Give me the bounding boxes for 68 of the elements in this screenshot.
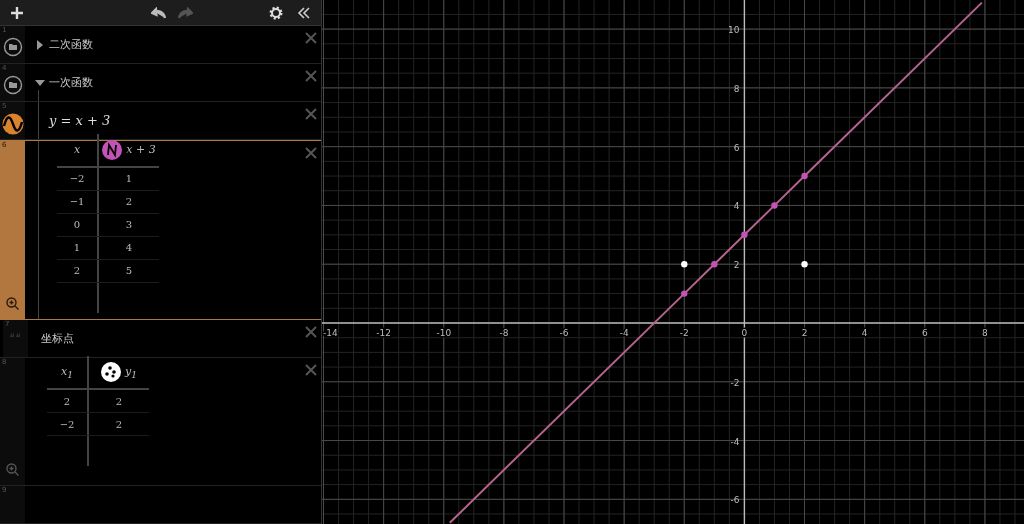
table-cell: 2 <box>57 259 99 282</box>
disclosure-triangle[interactable] <box>35 77 45 88</box>
collapse-icon[interactable] <box>297 5 311 20</box>
table-cell-text: 5 <box>124 264 134 279</box>
table-cell-text: 2 <box>114 417 124 432</box>
tick-label: 4 <box>733 201 740 212</box>
table-cell-text: 2 <box>124 195 134 210</box>
table-cell: −2 <box>57 167 99 190</box>
data-point <box>681 261 688 268</box>
close-icon[interactable] <box>305 147 317 160</box>
data-point <box>741 231 748 238</box>
table-cell-text: 3 <box>124 218 134 233</box>
close-icon[interactable] <box>305 108 317 121</box>
table-cell: 0 <box>57 213 99 236</box>
table-cell-text: 2 <box>114 394 124 409</box>
column-header: y$_{1}$ <box>124 364 137 380</box>
folder-title: 二次函数 <box>49 37 93 53</box>
tick-label: 10 <box>727 25 740 36</box>
tick-label: -8 <box>499 328 509 338</box>
tick-label: -14 <box>323 328 338 338</box>
scatter-points-icon[interactable] <box>100 362 121 383</box>
folder-title: 一次函数 <box>49 75 93 91</box>
tick-label: -2 <box>730 377 740 388</box>
data-point <box>801 261 808 268</box>
column-header: x$_{1}$ <box>60 364 73 380</box>
zoom-icon[interactable] <box>6 296 19 310</box>
settings-icon[interactable] <box>269 5 283 20</box>
data-point <box>801 172 808 180</box>
tick-label: 6 <box>921 328 928 338</box>
undo-icon[interactable] <box>150 6 167 19</box>
folder-icon[interactable] <box>2 75 23 96</box>
table-cell-text: 1 <box>124 172 134 187</box>
close-icon[interactable] <box>305 32 317 45</box>
tick-label: -6 <box>730 495 740 506</box>
tick-label: 2 <box>733 260 740 271</box>
table-cell-text: 4 <box>124 241 134 256</box>
data-point <box>681 290 688 297</box>
data-point <box>771 202 778 209</box>
column-header: x + 3 <box>126 143 156 157</box>
tick-label: 0 <box>741 328 748 338</box>
folder-icon[interactable] <box>2 37 23 58</box>
tick-label: -6 <box>559 328 569 338</box>
column-header: x <box>73 143 81 157</box>
close-icon[interactable] <box>305 363 317 376</box>
table-cell: 1 <box>57 236 99 259</box>
tick-label: 6 <box>733 142 740 153</box>
wave-icon[interactable] <box>1 113 24 136</box>
table-cell: −2 <box>47 413 89 436</box>
close-icon[interactable] <box>305 325 317 338</box>
disclosure-triangle[interactable] <box>35 39 45 50</box>
expression-text: y = x + 3 <box>47 113 111 129</box>
tick-label: 4 <box>861 328 868 338</box>
zoom-icon[interactable] <box>6 463 19 476</box>
note-text: 坐标点 <box>40 330 74 346</box>
tick-label: 8 <box>733 83 740 94</box>
tick-label: -4 <box>730 436 740 447</box>
tick-label: 2 <box>801 328 808 338</box>
tick-label: -12 <box>376 328 391 338</box>
close-icon[interactable] <box>305 70 317 83</box>
data-point <box>711 261 718 268</box>
tick-label: -10 <box>436 328 452 338</box>
add-icon[interactable] <box>10 5 24 20</box>
tick-label: 8 <box>982 328 988 338</box>
table-cell: 2 <box>47 390 89 413</box>
line-points-icon[interactable] <box>102 139 123 160</box>
tick-label: -4 <box>619 328 629 338</box>
tick-label: -2 <box>679 328 689 338</box>
table-cell: −1 <box>57 190 99 213</box>
